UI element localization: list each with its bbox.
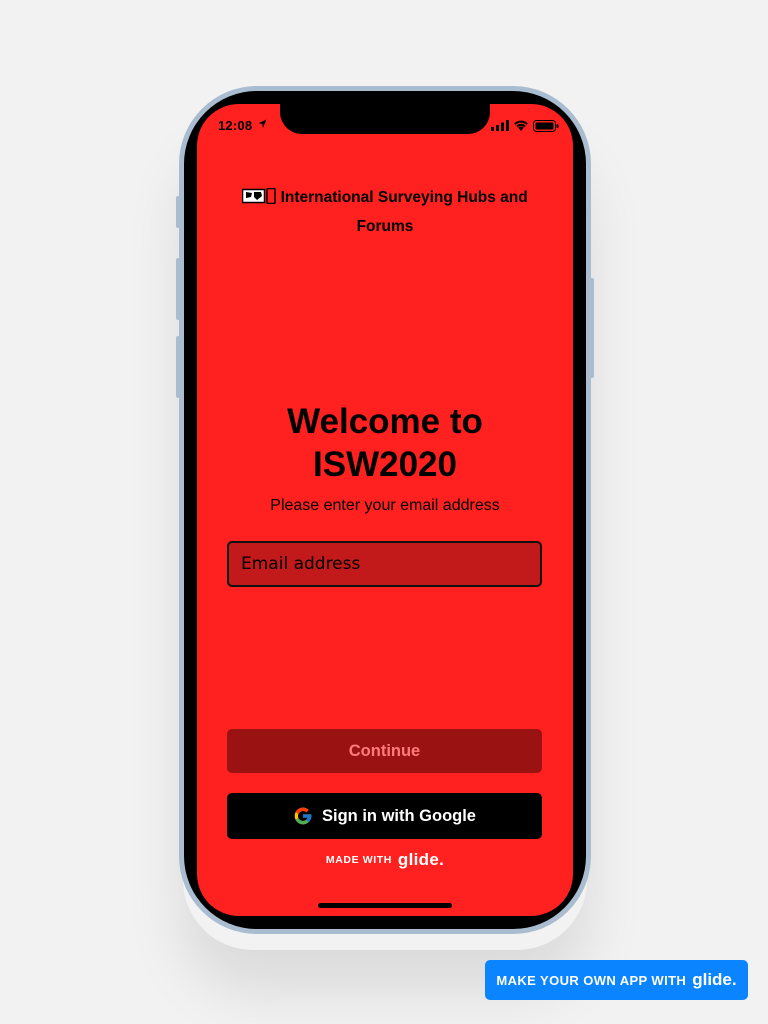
promo-label: MAKE YOUR OWN APP WITH [496,972,687,988]
google-sign-in-button[interactable]: Sign in with Google [227,793,542,839]
google-sign-in-label: Sign in with Google [322,806,476,825]
phone-screen: 12:08 International Surveying Hubs and F… [197,104,573,916]
location-arrow-icon [258,119,267,128]
email-instructions: Please enter your email address [270,497,500,514]
google-icon [294,807,312,825]
promo-glide-logo: glide. [692,970,737,989]
battery-icon [533,120,559,132]
home-indicator [318,903,452,908]
status-time: 12:08 [218,118,253,133]
make-your-own-app-button[interactable]: MAKE YOUR OWN APP WITH glide. [485,960,748,1000]
made-with-label: MADE WITH [325,854,392,866]
glide-logo: glide. [397,850,445,869]
phone-mute-switch [176,196,180,228]
welcome-heading: Welcome to ISW2020 [287,402,483,484]
app-title-text: International Surveying Hubs and Forums [280,189,528,235]
map-phone-emoji-icon [242,186,276,213]
made-with-glide-badge[interactable]: MADE WITH glide. [197,850,573,870]
phone-volume-up-button [176,258,180,320]
phone-volume-down-button [176,336,180,398]
email-input[interactable] [227,541,542,587]
phone-power-button [590,278,594,378]
wifi-icon [514,120,528,131]
phone-notch [280,104,490,134]
app-title: International Surveying Hubs and Forums [237,184,533,240]
signal-icon [491,120,509,131]
continue-button[interactable]: Continue [227,729,542,773]
